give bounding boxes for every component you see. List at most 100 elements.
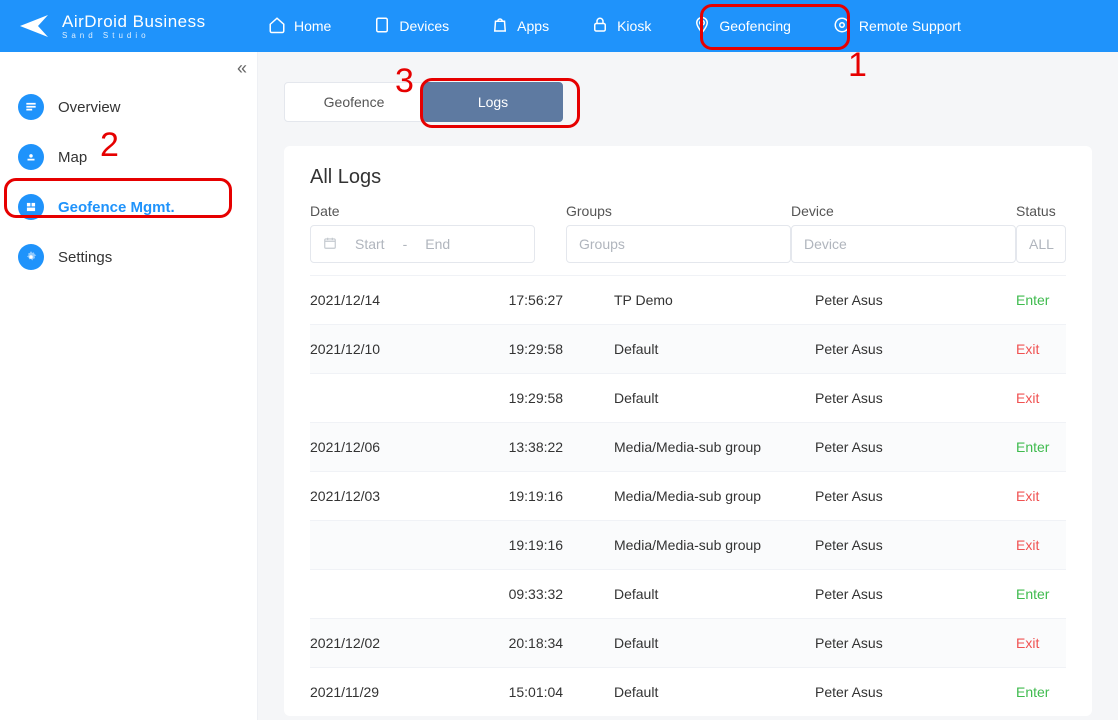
collapse-sidebar-icon[interactable]: « xyxy=(237,58,247,79)
top-navbar: AirDroid Business Sand Studio Home Devic… xyxy=(0,0,1118,52)
brand-sub: Sand Studio xyxy=(62,32,206,40)
date-range-input[interactable]: Start - End xyxy=(310,225,535,263)
cell-device: Peter Asus xyxy=(815,439,1016,455)
main-content: Geofence Logs All Logs Date Start - End … xyxy=(258,52,1118,720)
cell-time: 13:38:22 xyxy=(509,439,614,455)
nav-remote-support[interactable]: Remote Support xyxy=(823,10,971,43)
cell-group: Default xyxy=(614,586,815,602)
date-sep: - xyxy=(403,236,408,252)
home-icon xyxy=(268,16,286,37)
cell-time: 20:18:34 xyxy=(509,635,614,651)
tab-geofence[interactable]: Geofence xyxy=(284,82,424,122)
cell-date: 2021/12/06 xyxy=(310,439,509,455)
nav-apps[interactable]: Apps xyxy=(481,10,559,43)
cell-device: Peter Asus xyxy=(815,341,1016,357)
cell-time: 19:29:58 xyxy=(509,341,614,357)
table-row: 19:19:16Media/Media-sub groupPeter AsusE… xyxy=(310,520,1066,569)
filter-row: Date Start - End Groups Groups xyxy=(310,203,1066,263)
header-status: Status xyxy=(1016,203,1066,219)
nav-kiosk[interactable]: Kiosk xyxy=(581,10,661,43)
nav-home[interactable]: Home xyxy=(258,10,341,43)
page-title: All Logs xyxy=(310,166,1066,189)
end-placeholder: End xyxy=(425,236,450,252)
cell-status: Enter xyxy=(1016,439,1066,455)
tablet-icon xyxy=(373,16,391,37)
cell-group: TP Demo xyxy=(614,292,815,308)
header-date: Date xyxy=(310,203,535,219)
table-row: 2021/12/0319:19:16Media/Media-sub groupP… xyxy=(310,471,1066,520)
nav-label: Home xyxy=(294,18,331,34)
sidebar-item-label: Map xyxy=(58,149,87,166)
cell-date: 2021/12/10 xyxy=(310,341,509,357)
gear-icon xyxy=(18,244,44,270)
cell-status: Exit xyxy=(1016,537,1066,553)
calendar-icon xyxy=(323,236,337,253)
nav-label: Geofencing xyxy=(719,18,791,34)
cell-time: 19:19:16 xyxy=(509,537,614,553)
sidebar: « Overview Map Geofence Mgmt. Settings xyxy=(0,52,258,720)
sidebar-item-map[interactable]: Map xyxy=(0,132,257,182)
nav-label: Remote Support xyxy=(859,18,961,34)
sidebar-item-settings[interactable]: Settings xyxy=(0,232,257,282)
header-groups: Groups xyxy=(566,203,791,219)
cell-time: 19:19:16 xyxy=(509,488,614,504)
device-filter-input[interactable]: Device xyxy=(791,225,1016,263)
cell-group: Default xyxy=(614,341,815,357)
cell-status: Enter xyxy=(1016,684,1066,700)
brand-name: AirDroid Business xyxy=(62,13,206,30)
lock-icon xyxy=(591,16,609,37)
cell-status: Enter xyxy=(1016,292,1066,308)
cell-date: 2021/12/14 xyxy=(310,292,509,308)
cell-group: Media/Media-sub group xyxy=(614,537,815,553)
nav-label: Kiosk xyxy=(617,18,651,34)
status-filter-select[interactable]: ALL xyxy=(1016,225,1066,263)
cell-time: 17:56:27 xyxy=(509,292,614,308)
cell-group: Default xyxy=(614,635,815,651)
cell-time: 09:33:32 xyxy=(509,586,614,602)
nav-devices[interactable]: Devices xyxy=(363,10,459,43)
tab-group: Geofence Logs xyxy=(284,82,1092,122)
start-placeholder: Start xyxy=(355,236,385,252)
table-row: 09:33:32DefaultPeter AsusEnter xyxy=(310,569,1066,618)
brand: AirDroid Business Sand Studio xyxy=(18,13,258,40)
nav-label: Devices xyxy=(399,18,449,34)
cell-status: Exit xyxy=(1016,635,1066,651)
nav-label: Apps xyxy=(517,18,549,34)
cell-group: Media/Media-sub group xyxy=(614,488,815,504)
cell-status: Exit xyxy=(1016,341,1066,357)
groups-filter-input[interactable]: Groups xyxy=(566,225,791,263)
cell-status: Exit xyxy=(1016,390,1066,406)
support-icon xyxy=(833,16,851,37)
cell-device: Peter Asus xyxy=(815,292,1016,308)
cell-device: Peter Asus xyxy=(815,684,1016,700)
status-placeholder: ALL xyxy=(1029,236,1054,252)
table-row: 2021/12/0613:38:22Media/Media-sub groupP… xyxy=(310,422,1066,471)
cell-device: Peter Asus xyxy=(815,537,1016,553)
logs-table: 2021/12/1417:56:27TP DemoPeter AsusEnter… xyxy=(310,275,1066,716)
nav-geofencing[interactable]: Geofencing xyxy=(683,10,801,43)
table-row: 2021/12/1417:56:27TP DemoPeter AsusEnter xyxy=(310,275,1066,324)
cell-date: 2021/12/02 xyxy=(310,635,509,651)
table-row: 2021/11/2915:01:04DefaultPeter AsusEnter xyxy=(310,667,1066,716)
overview-icon xyxy=(18,94,44,120)
cell-time: 19:29:58 xyxy=(509,390,614,406)
groups-placeholder: Groups xyxy=(579,236,625,252)
sidebar-item-geofence-mgmt[interactable]: Geofence Mgmt. xyxy=(0,182,257,232)
geofence-icon xyxy=(18,194,44,220)
header-device: Device xyxy=(791,203,1016,219)
cell-date: 2021/11/29 xyxy=(310,684,509,700)
tab-logs[interactable]: Logs xyxy=(423,82,563,122)
bag-icon xyxy=(491,16,509,37)
sidebar-item-label: Settings xyxy=(58,249,112,266)
cell-date: 2021/12/03 xyxy=(310,488,509,504)
table-row: 2021/12/0220:18:34DefaultPeter AsusExit xyxy=(310,618,1066,667)
map-icon xyxy=(18,144,44,170)
sidebar-item-overview[interactable]: Overview xyxy=(0,82,257,132)
cell-group: Default xyxy=(614,684,815,700)
table-row: 19:29:58DefaultPeter AsusExit xyxy=(310,373,1066,422)
logs-card: All Logs Date Start - End Groups Groups xyxy=(284,146,1092,716)
sidebar-item-label: Overview xyxy=(58,99,121,116)
cell-device: Peter Asus xyxy=(815,488,1016,504)
cell-group: Default xyxy=(614,390,815,406)
cell-group: Media/Media-sub group xyxy=(614,439,815,455)
